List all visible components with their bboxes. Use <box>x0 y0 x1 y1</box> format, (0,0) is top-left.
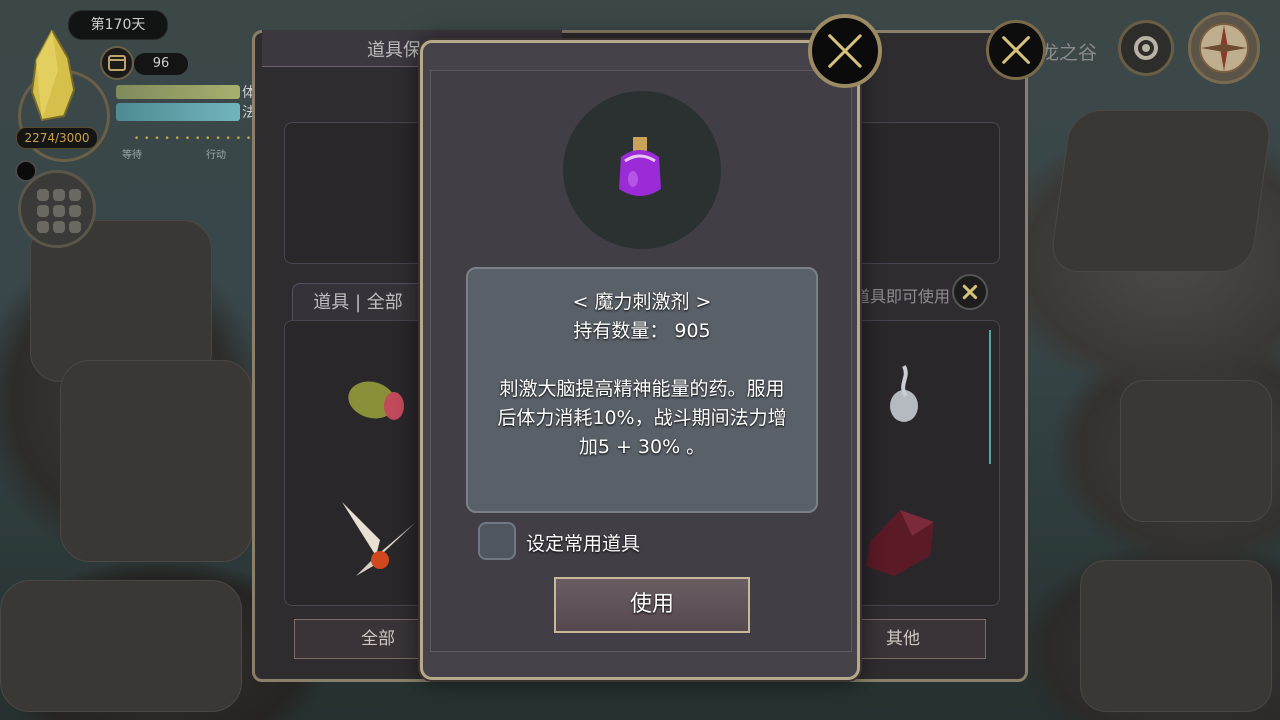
item-grid-scrollbar[interactable] <box>989 330 991 464</box>
grid-menu-icon <box>53 189 65 201</box>
wait-label: 等待 <box>122 150 142 161</box>
hp-bar <box>116 85 240 99</box>
day-counter: 第170天 <box>68 10 168 40</box>
rock <box>0 580 242 712</box>
settings-button[interactable] <box>1118 20 1174 76</box>
item-quantity: 持有数量： 905 <box>573 320 711 342</box>
item-description-line: 刺激大脑提高精神能量的药。服用 <box>499 378 785 400</box>
rock <box>1120 380 1272 522</box>
item-name: < 魔力刺激剂 > <box>572 291 712 313</box>
calendar-icon[interactable] <box>100 46 134 80</box>
rock <box>1080 560 1272 712</box>
rock <box>1048 110 1274 272</box>
item-description-line: 加5 + 30% 。 <box>578 436 706 458</box>
gear-icon <box>1134 36 1158 60</box>
item-slot-red-ore[interactable] <box>860 502 940 580</box>
mp-bar <box>116 103 240 121</box>
grid-menu-icon <box>37 205 49 217</box>
main-menu-button[interactable] <box>18 170 96 248</box>
grid-menu-icon <box>69 205 81 217</box>
storage-close-button[interactable] <box>986 20 1046 80</box>
grid-menu-icon <box>53 205 65 217</box>
grid-menu-icon <box>37 221 49 233</box>
grid-menu-icon <box>69 189 81 201</box>
tab-items-all[interactable]: 道具 | 全部 <box>292 283 424 323</box>
crystal-icon <box>30 30 76 122</box>
item-preview <box>563 91 721 249</box>
grid-menu-icon <box>37 189 49 201</box>
detail-close-button[interactable] <box>808 14 882 88</box>
favorite-label: 设定常用道具 <box>526 533 641 555</box>
grid-menu-icon <box>53 221 65 233</box>
item-slot-meat[interactable] <box>344 372 410 428</box>
rock <box>60 360 252 562</box>
item-description-line: 后体力消耗10%，战斗期间法力增 <box>497 407 787 429</box>
grid-menu-icon <box>69 221 81 233</box>
stamina-value: 96 <box>134 53 188 75</box>
purple-potion-icon <box>619 137 661 196</box>
action-label: 行动 <box>206 150 226 161</box>
xp-counter: 2274/3000 <box>16 127 98 149</box>
map-button[interactable] <box>1188 12 1260 84</box>
item-slot-feather[interactable] <box>336 496 420 582</box>
location-name: 龙之谷 <box>1040 42 1098 64</box>
item-slot-spirit[interactable] <box>880 360 930 430</box>
favorite-checkbox[interactable] <box>478 522 516 560</box>
compass-icon <box>1199 23 1249 73</box>
hint-close-button[interactable] <box>952 274 988 310</box>
use-item-button[interactable]: 使用 <box>554 577 750 633</box>
